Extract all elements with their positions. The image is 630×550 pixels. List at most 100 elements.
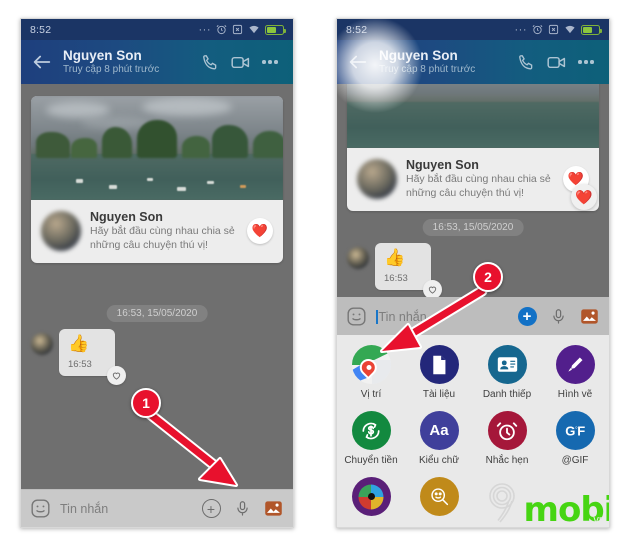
attachment-panel: Vị trí Tài liệu Danh thiếp Hình vẽ Chuyể… bbox=[337, 19, 609, 527]
message-input-bar-right: Tin nhắn + bbox=[337, 297, 609, 335]
attachment-label: Danh thiếp bbox=[482, 389, 532, 400]
status-bar-time: 8:52 bbox=[30, 23, 52, 36]
header-title-block-right[interactable]: Nguyen Son Truy cập 8 phút trước bbox=[379, 48, 509, 76]
back-arrow-icon[interactable] bbox=[31, 51, 53, 73]
plus-icon-right[interactable]: + bbox=[516, 306, 538, 328]
nine-spiral-logo bbox=[478, 479, 524, 525]
attachment-item-emoji-search[interactable] bbox=[405, 477, 473, 527]
video-camera-icon[interactable] bbox=[227, 49, 253, 75]
google-maps-icon bbox=[351, 345, 391, 384]
more-options-icon[interactable] bbox=[257, 49, 283, 75]
video-camera-icon-right[interactable] bbox=[543, 49, 569, 75]
microphone-icon-right[interactable] bbox=[547, 306, 569, 328]
heart-outline-icon[interactable] bbox=[107, 366, 126, 385]
thumbs-up-emoji: 👍 bbox=[68, 334, 90, 353]
message-time: 16:53 bbox=[68, 359, 92, 370]
gif-icon: G◦F bbox=[555, 411, 595, 450]
contact-name: Nguyen Son bbox=[63, 48, 142, 63]
attachment-item-location[interactable]: Vị trí bbox=[337, 345, 405, 411]
chat-area-left: Nguyen Son Hãy bắt đầu cùng nhau chia sẻ… bbox=[21, 84, 293, 489]
mute-icon-right bbox=[548, 24, 559, 35]
intro-card-name: Nguyen Son bbox=[90, 210, 163, 224]
phone-icon-right[interactable] bbox=[513, 49, 539, 75]
plus-icon[interactable]: + bbox=[200, 498, 222, 520]
screenshot-stage: 8:52 ··· Nguyen Son Truy cập 8 phút trướ… bbox=[0, 0, 630, 550]
ha-long-bay-photo bbox=[31, 96, 283, 200]
status-bar-right: 8:52 ··· bbox=[337, 19, 609, 40]
floating-heart-bubble[interactable]: ❤️ bbox=[571, 184, 597, 210]
more-options-icon-right[interactable] bbox=[573, 49, 599, 75]
message-input-right[interactable]: Tin nhắn bbox=[376, 309, 507, 324]
message-input-bar-left: Tin nhắn + bbox=[21, 489, 293, 527]
money-transfer-icon bbox=[351, 411, 391, 450]
message-avatar-right bbox=[347, 247, 369, 269]
attachment-label: Vị trí bbox=[360, 389, 382, 400]
watermark: mobi .vn bbox=[478, 479, 609, 527]
step-marker-1-label: 1 bbox=[142, 395, 150, 411]
step-marker-2: 2 bbox=[473, 262, 503, 292]
paintbrush-icon bbox=[555, 345, 595, 384]
thumbs-up-emoji-right: 👍 bbox=[384, 248, 406, 267]
contact-name-right: Nguyen Son bbox=[379, 48, 458, 63]
intro-card-meta: Nguyen Son Hãy bắt đầu cùng nhau chia sẻ… bbox=[31, 200, 283, 263]
intro-card[interactable]: Nguyen Son Hãy bắt đầu cùng nhau chia sẻ… bbox=[31, 96, 283, 263]
attachment-label: Hình vẽ bbox=[557, 389, 593, 400]
contact-status: Truy cập 8 phút trước bbox=[63, 64, 160, 75]
floating-heart-glyph: ❤️ bbox=[575, 188, 593, 205]
attachment-label: Kiểu chữ bbox=[418, 455, 460, 466]
message-row-right: 👍 16:53 bbox=[337, 243, 442, 297]
gallery-icon-right[interactable] bbox=[578, 306, 600, 328]
heart-glyph: ❤️ bbox=[251, 222, 269, 238]
alarm-clock-icon bbox=[487, 411, 527, 450]
avatar bbox=[41, 210, 81, 251]
attachment-item-contact[interactable]: Danh thiếp bbox=[473, 345, 541, 411]
attachment-item-gif[interactable]: G◦F @GIF bbox=[541, 411, 609, 477]
message-avatar bbox=[31, 333, 53, 355]
attachment-row-1: Vị trí Tài liệu Danh thiếp Hình vẽ bbox=[337, 345, 609, 411]
attachment-label: Tài liệu bbox=[422, 389, 456, 400]
contact-card-icon bbox=[487, 345, 527, 384]
app-header-bar: Nguyen Son Truy cập 8 phút trước bbox=[21, 40, 293, 84]
heart-outline-icon-right[interactable] bbox=[423, 280, 442, 297]
smiley-icon-right[interactable] bbox=[346, 306, 367, 327]
timestamp-chip-right: 16:53, 15/05/2020 bbox=[422, 219, 524, 236]
attachment-label: Chuyển tiền bbox=[344, 455, 398, 466]
ha-long-bay-photo-right bbox=[347, 84, 599, 148]
font-style-icon: Aa bbox=[419, 411, 459, 450]
color-pinwheel-icon bbox=[351, 477, 391, 516]
timestamp-chip: 16:53, 15/05/2020 bbox=[106, 305, 208, 322]
attachment-item-draw[interactable]: Hình vẽ bbox=[541, 345, 609, 411]
attachment-item-pinwheel[interactable] bbox=[337, 477, 405, 527]
message-row: 👍 16:53 bbox=[21, 329, 126, 385]
phone-icon[interactable] bbox=[197, 49, 223, 75]
intro-card-description-right: Hãy bắt đầu cùng nhau chia sẻ những câu … bbox=[406, 173, 551, 199]
attachment-item-money[interactable]: Chuyển tiền bbox=[337, 411, 405, 477]
contact-status-right: Truy cập 8 phút trước bbox=[379, 64, 476, 75]
more-dots-icon-right: ··· bbox=[514, 23, 527, 36]
step-marker-2-label: 2 bbox=[484, 269, 492, 285]
attachment-item-font[interactable]: Aa Kiểu chữ bbox=[405, 411, 473, 477]
attachment-label: @GIF bbox=[561, 455, 589, 466]
message-input-left[interactable]: Tin nhắn bbox=[60, 502, 191, 516]
microphone-icon[interactable] bbox=[231, 498, 253, 520]
battery-icon-right bbox=[581, 24, 602, 35]
intro-card-right[interactable]: Nguyen Son Hãy bắt đầu cùng nhau chia sẻ… bbox=[347, 84, 599, 211]
wifi-icon bbox=[249, 25, 259, 34]
back-arrow-icon-right[interactable] bbox=[347, 51, 369, 73]
more-dots-icon: ··· bbox=[198, 23, 211, 36]
message-bubble-right[interactable]: 👍 16:53 bbox=[375, 243, 442, 297]
header-title-block[interactable]: Nguyen Son Truy cập 8 phút trước bbox=[63, 48, 193, 76]
message-time-right: 16:53 bbox=[384, 273, 408, 284]
text-caret bbox=[376, 309, 378, 324]
intro-card-meta-right: Nguyen Son Hãy bắt đầu cùng nhau chia sẻ… bbox=[347, 148, 599, 211]
emoji-search-icon bbox=[419, 477, 459, 516]
attachment-item-document[interactable]: Tài liệu bbox=[405, 345, 473, 411]
attachment-item-reminder[interactable]: Nhắc hẹn bbox=[473, 411, 541, 477]
gallery-icon[interactable] bbox=[262, 498, 284, 520]
message-bubble[interactable]: 👍 16:53 bbox=[59, 329, 126, 385]
attachment-row-2: Chuyển tiền Aa Kiểu chữ Nhắc hẹn G◦F @GI… bbox=[337, 411, 609, 477]
smiley-icon[interactable] bbox=[30, 498, 51, 519]
attachment-label: Nhắc hẹn bbox=[485, 455, 529, 466]
heart-icon[interactable]: ❤️ bbox=[247, 217, 273, 244]
battery-icon bbox=[265, 24, 286, 35]
